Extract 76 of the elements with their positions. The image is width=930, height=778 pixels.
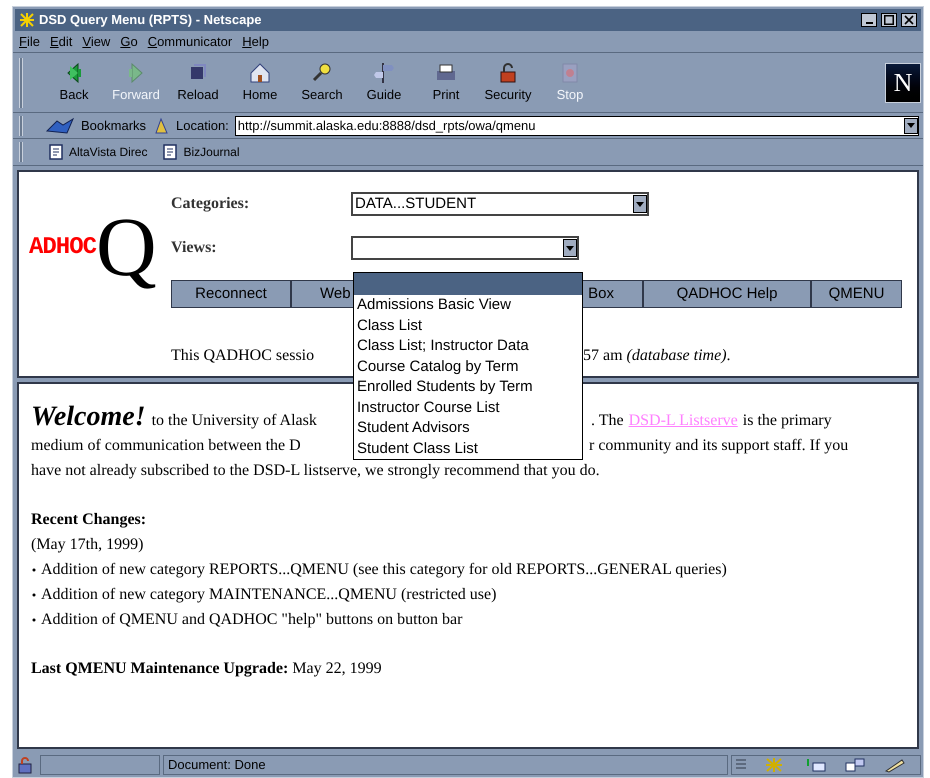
document-icon [163, 144, 178, 160]
status-text: Document: Done [168, 756, 266, 774]
page-button[interactable]: Reconnect [171, 280, 291, 308]
welcome-heading: Welcome! [31, 404, 146, 429]
caret-icon [907, 123, 915, 128]
field-label: Categories: [171, 194, 250, 214]
menu-item[interactable]: Go [120, 32, 138, 52]
field-label: Views: [171, 238, 218, 258]
toolbar-button[interactable]: Home [229, 60, 291, 104]
date-text: (May 17th, 1999) [31, 535, 144, 555]
toolbar-button[interactable]: Reload [167, 60, 229, 104]
select-field[interactable] [351, 236, 579, 260]
guide-icon [372, 60, 396, 85]
section-heading: Recent Changes: [31, 510, 148, 530]
toolbar-button[interactable]: Print [415, 60, 477, 104]
menu-item[interactable]: View [82, 32, 110, 52]
window-title: DSD Query Menu (RPTS) - Netscape [39, 11, 262, 30]
maximize-button[interactable] [881, 13, 897, 27]
list-item: Addition of new category MAINTENANCE...QMENU (restricted use) [41, 585, 496, 605]
list-item: Addition of QMENU and QADHOC "help" buttons on button bar [41, 610, 462, 630]
bookmark-link[interactable]: AltaVista Direc [69, 143, 148, 161]
pen-icon [884, 757, 906, 773]
toolbar-button[interactable]: Security [477, 60, 539, 104]
dropdown-option[interactable]: Instructor Course List [354, 398, 582, 418]
menu-item[interactable]: Help [242, 32, 269, 52]
url-text: http://summit.alaska.edu:8888/dsd_rpts/owa/qmenu [238, 116, 536, 135]
page-button[interactable]: QMENU [811, 280, 902, 308]
chat-icon [844, 757, 866, 773]
caret-icon [636, 202, 644, 206]
dropdown-option[interactable]: Class List [354, 316, 582, 336]
session-text: 57 am (database time). [583, 346, 731, 366]
location-label: Location: [176, 116, 229, 135]
close-icon [904, 15, 914, 25]
logo-word: ADHOC [29, 236, 96, 260]
toolbar-button[interactable]: Search [291, 60, 353, 104]
brand-logo: N [885, 62, 921, 102]
dropdown-option[interactable]: Enrolled Students by Term [354, 377, 582, 398]
app-icon [19, 12, 35, 28]
toolbar-button[interactable]: Guide [353, 60, 415, 104]
body-text: . The [591, 411, 624, 431]
bookmark-icon [45, 116, 75, 134]
body-text: to the University of Alask [152, 411, 317, 431]
url-field[interactable]: http://summit.alaska.edu:8888/dsd_rpts/owa/qmenu [234, 116, 919, 136]
menu-item[interactable]: File [19, 32, 40, 52]
home-icon [248, 60, 272, 85]
grip-handle[interactable] [19, 142, 23, 162]
bookmarks-button[interactable]: Bookmarks [81, 116, 146, 136]
dropdown-option[interactable]: Student Class List [354, 438, 582, 459]
close-button[interactable] [901, 13, 917, 27]
session-text: This QADHOC sessio [171, 346, 316, 366]
minimize-button[interactable] [861, 13, 877, 27]
menu-item[interactable]: Edit [50, 32, 72, 52]
minimize-icon [866, 22, 872, 24]
body-text: is the primary [742, 411, 832, 431]
dropdown-option[interactable]: Class List; Instructor Data [354, 336, 582, 356]
mail-icon [804, 757, 826, 773]
dropdown-option[interactable]: Admissions Basic View [354, 295, 582, 316]
dropdown-option[interactable]: Course Catalog by Term [354, 356, 582, 377]
toolbar-button[interactable]: Back [43, 60, 105, 104]
dropdown-option[interactable]: Student Advisors [354, 418, 582, 438]
body-text: r community and its support staff. If you [589, 436, 848, 456]
body-text: have not already subscribed to the DSD-L listserve, we strongly recommend that you do. [31, 461, 601, 481]
select-field[interactable]: DATA...STUDENT [351, 192, 649, 216]
select-value: DATA...STUDENT [355, 194, 478, 214]
maximize-icon [884, 15, 894, 25]
logo-letter: Q [96, 206, 157, 290]
body-text: medium of communication between the D [31, 437, 301, 454]
menu-item[interactable]: Communicator [148, 32, 232, 52]
page-button[interactable]: QADHOC Help [643, 280, 811, 308]
bookmark-link[interactable]: BizJournal [183, 143, 240, 161]
document-icon [49, 144, 63, 160]
grip-handle[interactable] [19, 58, 23, 108]
upgrade-text: Last QMENU Maintenance Upgrade: May 22, 1999 [31, 659, 383, 679]
grip-handle[interactable] [19, 116, 23, 136]
list-item: Addition of new category REPORTS...QMENU (see this category for old REPORTS...GENERAL queries) [41, 560, 727, 580]
caret-icon [566, 246, 574, 250]
